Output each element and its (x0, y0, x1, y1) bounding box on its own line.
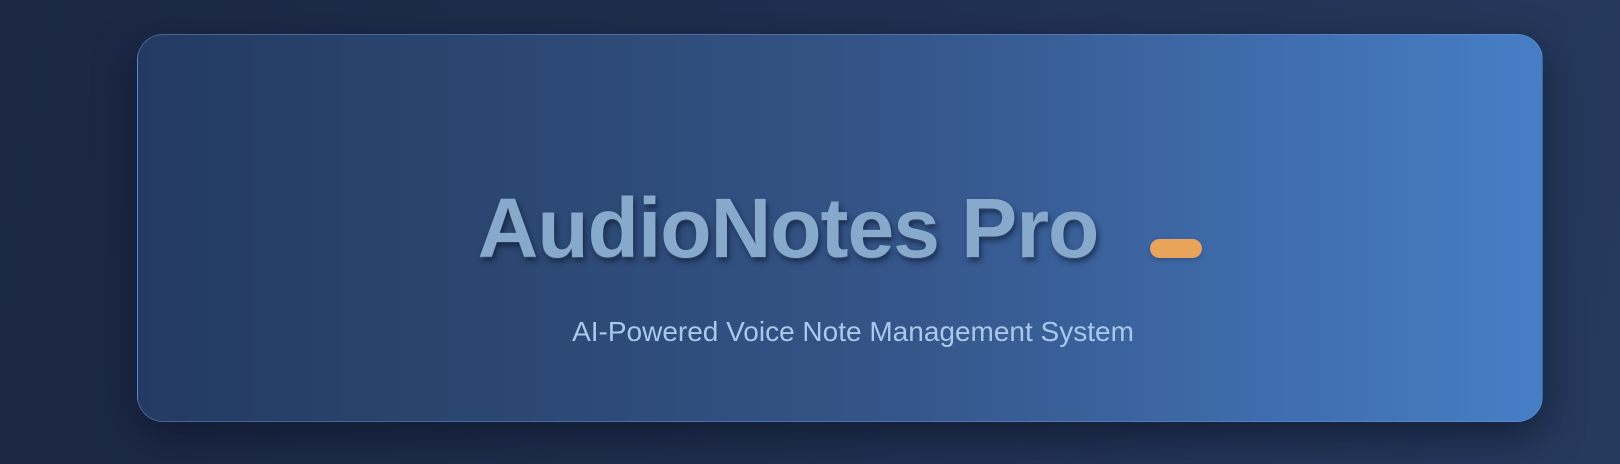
app-subtitle: AI-Powered Voice Note Management System (572, 316, 1134, 347)
accent-pill (1150, 238, 1203, 258)
hero-banner: AudioNotes Pro AI-Powered Voice Note Man… (137, 34, 1543, 422)
app-title: AudioNotes Pro (477, 181, 1100, 275)
title-row: AudioNotes Pro (138, 183, 1542, 273)
